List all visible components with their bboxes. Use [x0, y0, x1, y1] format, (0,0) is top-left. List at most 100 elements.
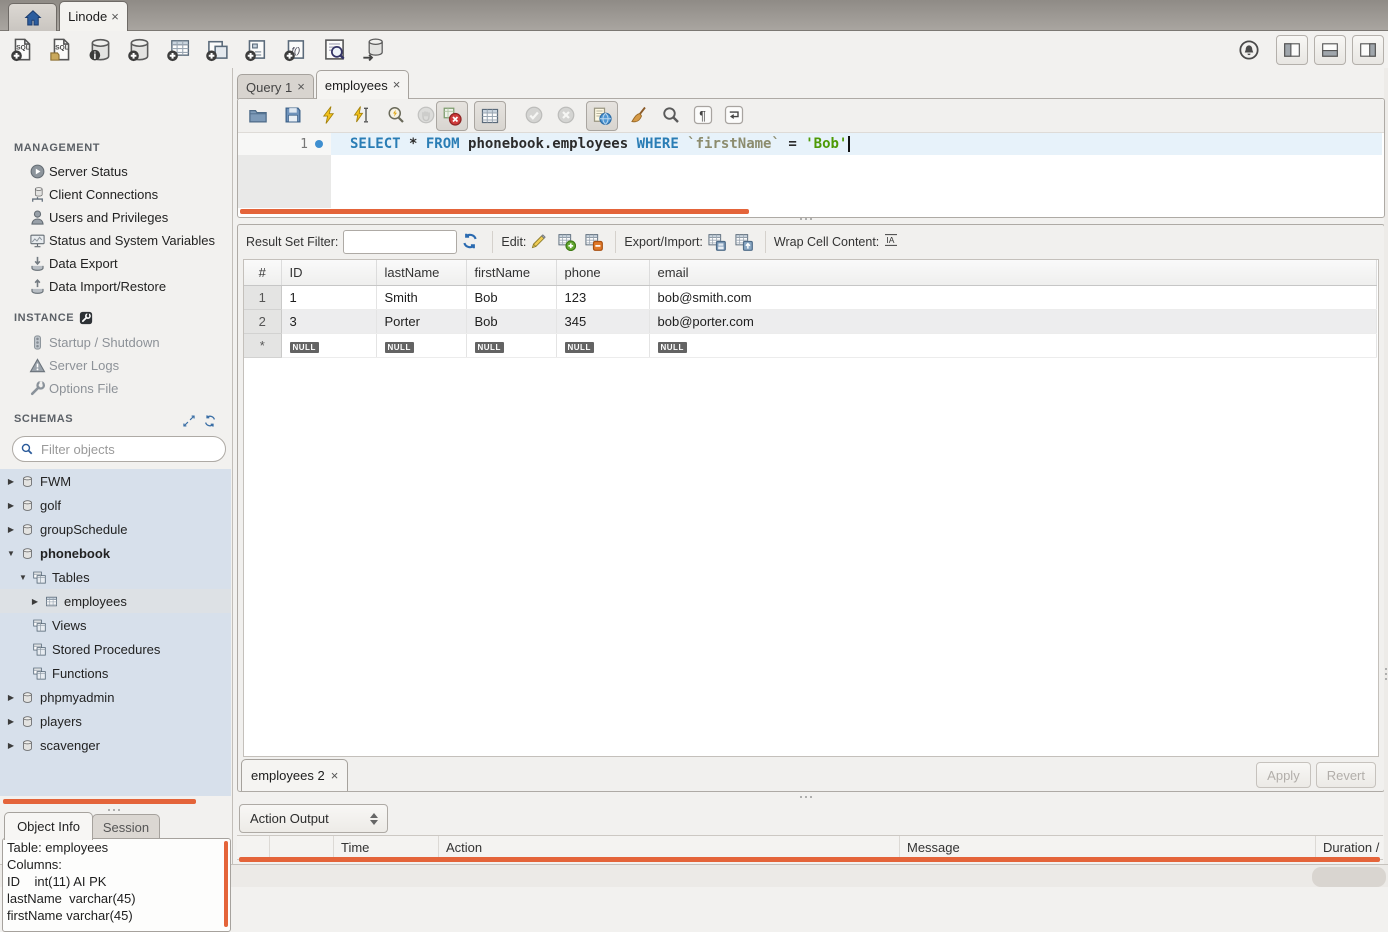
tree-item-phonebook[interactable]: ▼phonebook: [0, 541, 231, 565]
tree-item-views[interactable]: Views: [0, 613, 231, 637]
sidebar-splitter-grip[interactable]: [108, 809, 110, 811]
toggle-stop-on-error-button[interactable]: [436, 101, 468, 131]
table-cell[interactable]: 1: [281, 286, 376, 310]
close-query-tab-icon[interactable]: ×: [297, 82, 305, 92]
editor-result-splitter-grip[interactable]: [800, 218, 802, 220]
info-tab-session[interactable]: Session: [92, 814, 160, 840]
sidebar-item-data-import-restore[interactable]: Data Import/Restore: [0, 275, 231, 298]
insert-row-button[interactable]: [557, 232, 576, 251]
tree-item-groupschedule[interactable]: ▶groupSchedule: [0, 517, 231, 541]
tree-item-tables[interactable]: ▼Tables: [0, 565, 231, 589]
sidebar-item-data-export[interactable]: Data Export: [0, 252, 231, 275]
tree-item-employees[interactable]: ▶employees: [0, 589, 231, 613]
table-cell[interactable]: Smith: [376, 286, 466, 310]
table-cell[interactable]: Porter: [376, 310, 466, 334]
sidebar-item-client-connections[interactable]: Client Connections: [0, 183, 231, 206]
sidebar-scrollbar[interactable]: [3, 799, 196, 804]
schema-filter-input[interactable]: [39, 441, 193, 458]
open-sql-script-button[interactable]: SQL: [47, 36, 75, 63]
tree-item-players[interactable]: ▶players: [0, 709, 231, 733]
sidebar-item-users-and-privileges[interactable]: Users and Privileges: [0, 206, 231, 229]
panel-bottom-toggle-button[interactable]: [1314, 35, 1346, 65]
table-cell[interactable]: 3: [281, 310, 376, 334]
column-header-lastName[interactable]: lastName: [376, 260, 466, 286]
refresh-result-button[interactable]: [461, 232, 480, 251]
tree-item-golf[interactable]: ▶golf: [0, 493, 231, 517]
table-row[interactable]: 23PorterBob345bob@porter.com: [244, 310, 1376, 334]
open-file-button[interactable]: [243, 101, 273, 129]
sidebar-item-server-status[interactable]: Server Status: [0, 160, 231, 183]
limit-rows-button[interactable]: [474, 101, 506, 131]
panel-right-toggle-button[interactable]: [1352, 35, 1384, 65]
inspect-database-button[interactable]: i: [86, 36, 114, 63]
invisibles-button[interactable]: ¶: [688, 101, 718, 129]
create-table-button[interactable]: [164, 36, 192, 63]
find-button[interactable]: [656, 101, 686, 129]
close-query-tab-icon[interactable]: ×: [393, 80, 401, 90]
close-result-tab-icon[interactable]: ×: [331, 771, 339, 781]
new-sql-tab-button[interactable]: SQL: [8, 36, 36, 63]
beautify-button[interactable]: [624, 101, 654, 129]
tree-item-stored-procedures[interactable]: Stored Procedures: [0, 637, 231, 661]
close-tab-icon[interactable]: ×: [111, 12, 119, 22]
panel-left-toggle-button[interactable]: [1276, 35, 1308, 65]
tree-item-phpmyadmin[interactable]: ▶phpmyadmin: [0, 685, 231, 709]
commit-button[interactable]: [519, 101, 549, 129]
column-header-ID[interactable]: ID: [281, 260, 376, 286]
revert-button[interactable]: Revert: [1316, 762, 1376, 788]
search-data-button[interactable]: [320, 36, 348, 63]
sql-statement-line[interactable]: SELECT * FROM phonebook.employees WHERE …: [331, 133, 1382, 155]
table-cell[interactable]: 123: [556, 286, 649, 310]
import-records-button[interactable]: [734, 232, 753, 251]
object-info-scrollbar[interactable]: [224, 841, 228, 927]
sidebar-item-status-and-system-variables[interactable]: Status and System Variables: [0, 229, 231, 252]
sidebar-item-startup-shutdown[interactable]: Startup / Shutdown: [0, 331, 231, 354]
column-header-row-number[interactable]: #: [244, 260, 281, 286]
new-row-placeholder[interactable]: *NULLNULLNULLNULLNULL: [244, 334, 1376, 358]
result-filter-input[interactable]: [343, 230, 457, 254]
table-cell[interactable]: bob@porter.com: [649, 310, 1376, 334]
output-selector[interactable]: Action Output: [239, 804, 388, 833]
sidebar-item-server-logs[interactable]: Server Logs: [0, 354, 231, 377]
column-header-email[interactable]: email: [649, 260, 1376, 286]
result-output-splitter-grip[interactable]: [800, 796, 802, 798]
tree-item-functions[interactable]: Functions: [0, 661, 231, 685]
sql-code-area[interactable]: 1 SELECT * FROM phonebook.employees WHER…: [238, 133, 1382, 208]
create-procedure-button[interactable]: [242, 36, 270, 63]
query-tab-query-1[interactable]: Query 1×: [237, 74, 314, 99]
table-cell[interactable]: Bob: [466, 286, 556, 310]
apply-button[interactable]: Apply: [1256, 762, 1311, 788]
create-function-button[interactable]: f(): [281, 36, 309, 63]
column-header-firstName[interactable]: firstName: [466, 260, 556, 286]
execute-current-button[interactable]: [346, 101, 376, 129]
table-cell[interactable]: bob@smith.com: [649, 286, 1376, 310]
wrap-cell-content-button[interactable]: IA: [883, 232, 902, 251]
table-cell[interactable]: 345: [556, 310, 649, 334]
action-output-scrollbar[interactable]: [239, 857, 1380, 862]
result-table[interactable]: #IDlastNamefirstNamephoneemail11SmithBob…: [244, 260, 1377, 358]
info-tab-object-info[interactable]: Object Info: [4, 812, 93, 840]
delete-row-button[interactable]: [584, 232, 603, 251]
save-button[interactable]: [278, 101, 308, 129]
sidebar-item-options-file[interactable]: Options File: [0, 377, 231, 400]
table-cell[interactable]: Bob: [466, 310, 556, 334]
tree-item-scavenger[interactable]: ▶scavenger: [0, 733, 231, 757]
wrap-button[interactable]: [719, 101, 749, 129]
right-splitter-grip[interactable]: [1385, 668, 1387, 670]
connection-tab[interactable]: Linode ×: [59, 1, 128, 31]
refresh-schemas-button[interactable]: [203, 414, 217, 428]
home-tab[interactable]: [8, 3, 57, 31]
export-recordset-button[interactable]: [707, 232, 726, 251]
result-bottom-tab[interactable]: employees 2 ×: [241, 759, 348, 791]
table-row[interactable]: 11SmithBob123bob@smith.com: [244, 286, 1376, 310]
toggle-autocommit-button[interactable]: [586, 101, 618, 131]
tree-item-fwm[interactable]: ▶FWM: [0, 469, 231, 493]
execute-button[interactable]: [314, 101, 344, 129]
edit-cell-button[interactable]: [530, 232, 549, 251]
explain-button[interactable]: [381, 101, 411, 129]
create-schema-button[interactable]: [125, 36, 153, 63]
create-view-button[interactable]: [203, 36, 231, 63]
editor-h-scrollbar[interactable]: [240, 209, 749, 214]
query-tab-employees[interactable]: employees×: [316, 70, 409, 99]
alert-button[interactable]: [1236, 37, 1262, 63]
